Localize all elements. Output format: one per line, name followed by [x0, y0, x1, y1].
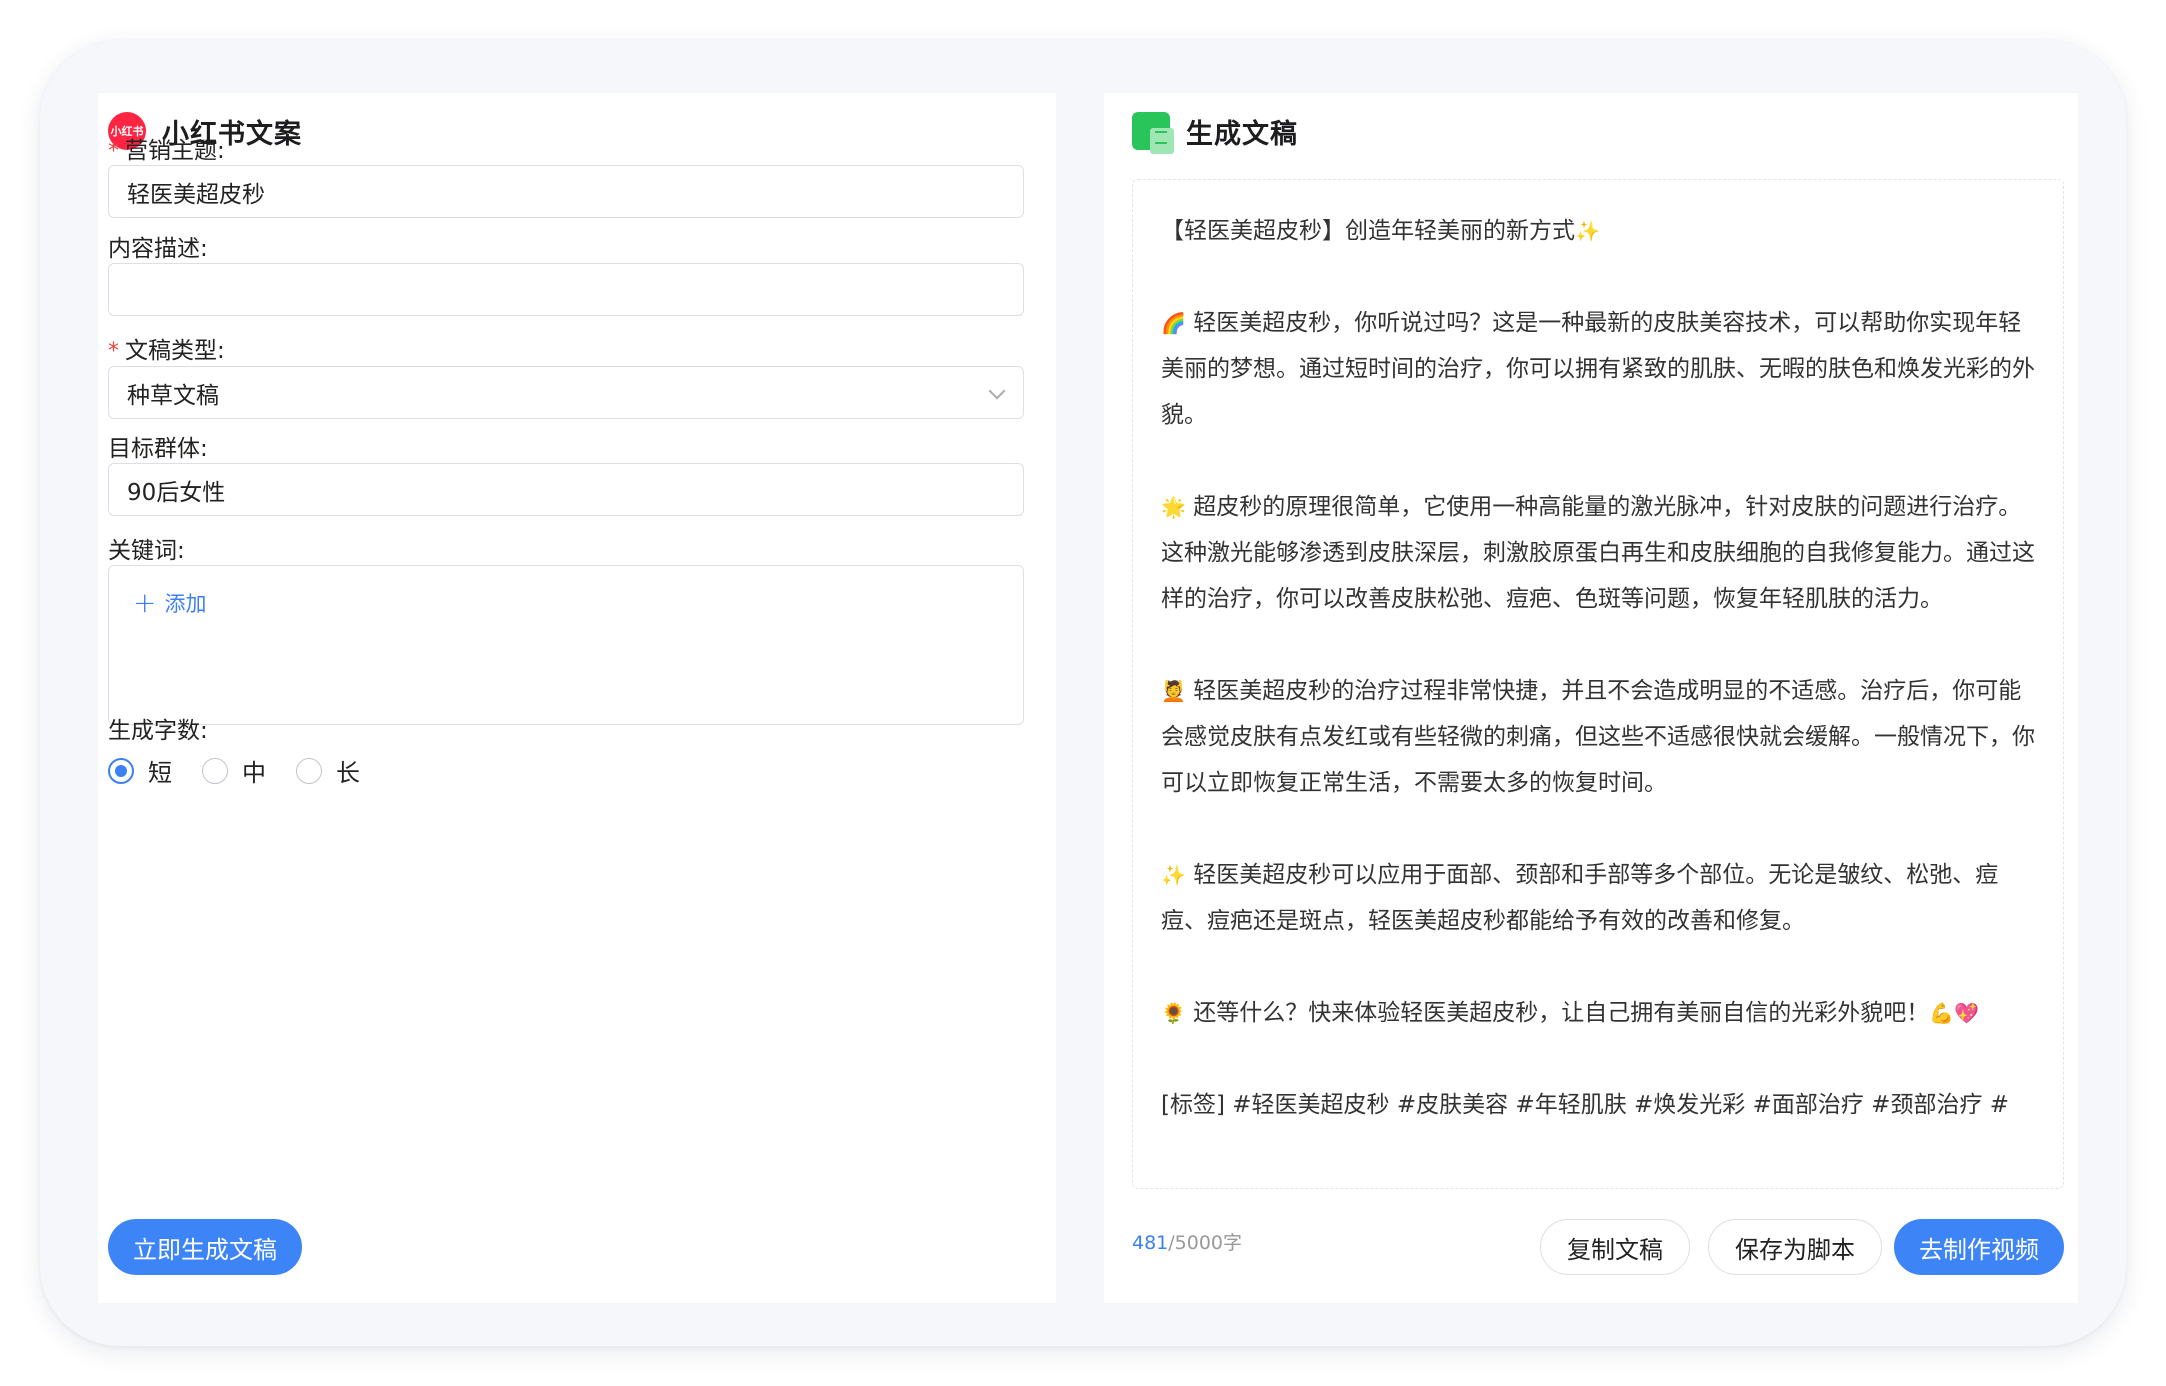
- paragraph: 🌻 还等什么？快来体验轻医美超皮秒，让自己拥有美丽自信的光彩外貌吧！💪💖: [1161, 1000, 1980, 1026]
- length-radio-group: 短 中 长: [108, 753, 390, 788]
- length-label: 生成字数:: [108, 718, 208, 744]
- add-keyword-button[interactable]: + 添加: [133, 588, 206, 618]
- topic-input[interactable]: 轻医美超皮秒: [108, 165, 1024, 218]
- description-label: 内容描述:: [108, 236, 208, 262]
- keywords-box: + 添加: [108, 565, 1024, 725]
- audience-input[interactable]: 90后女性: [108, 463, 1024, 516]
- length-option-medium[interactable]: 中: [202, 753, 266, 788]
- generate-button[interactable]: 立即生成文稿: [108, 1219, 302, 1275]
- paragraph: 🌈 轻医美超皮秒，你听说过吗？这是一种最新的皮肤美容技术，可以帮助你实现年轻美丽…: [1161, 310, 2035, 428]
- tags-line: [标签] #轻医美超皮秒 #皮肤美容 #年轻肌肤 #焕发光彩 #面部治疗 #颈部…: [1161, 1092, 2010, 1118]
- description-input[interactable]: [108, 263, 1024, 316]
- copywriting-form-panel: 小红书 小红书文案 * 营销主题: 轻医美超皮秒 内容描述: * 文稿类型: 种草文…: [98, 93, 1056, 1303]
- paragraph: 💆 轻医美超皮秒的治疗过程非常快捷，并且不会造成明显的不适感。治疗后，你可能会感…: [1161, 678, 2035, 796]
- radio-unchecked[interactable]: [296, 757, 322, 784]
- radio-checked[interactable]: [108, 757, 134, 784]
- length-option-short[interactable]: 短: [108, 753, 172, 788]
- type-select[interactable]: 种草文稿: [108, 366, 1024, 419]
- paragraph-title: 【轻医美超皮秒】创造年轻美丽的新方式✨: [1161, 218, 1600, 244]
- chevron-down-icon: [988, 382, 1006, 400]
- make-video-button[interactable]: 去制作视频: [1894, 1219, 2064, 1275]
- type-label: * 文稿类型:: [108, 338, 225, 364]
- generated-copy-panel: 生成文稿 【轻医美超皮秒】创造年轻美丽的新方式✨ 🌈 轻医美超皮秒，你听说过吗？…: [1104, 93, 2078, 1303]
- generated-content[interactable]: 【轻医美超皮秒】创造年轻美丽的新方式✨ 🌈 轻医美超皮秒，你听说过吗？这是一种最…: [1132, 179, 2064, 1189]
- document-icon: [1132, 112, 1174, 154]
- result-title: 生成文稿: [1186, 118, 1298, 150]
- paragraph: 🌟 超皮秒的原理很简单，它使用一种高能量的激光脉冲，针对皮肤的问题进行治疗。这种…: [1161, 494, 2035, 612]
- char-counter: 481/5000字: [1132, 1232, 1243, 1254]
- paragraph: ✨ 轻医美超皮秒可以应用于面部、颈部和手部等多个部位。无论是皱纹、松弛、痘痘、痘…: [1161, 862, 1999, 934]
- save-script-button[interactable]: 保存为脚本: [1708, 1219, 1882, 1275]
- audience-label: 目标群体:: [108, 436, 208, 462]
- keywords-label: 关键词:: [108, 538, 185, 564]
- radio-unchecked[interactable]: [202, 757, 228, 784]
- result-header: 生成文稿: [1132, 107, 1298, 155]
- copy-button[interactable]: 复制文稿: [1540, 1219, 1690, 1275]
- length-option-long[interactable]: 长: [296, 753, 360, 788]
- plus-icon: +: [133, 586, 157, 619]
- topic-label: * 营销主题:: [108, 138, 225, 164]
